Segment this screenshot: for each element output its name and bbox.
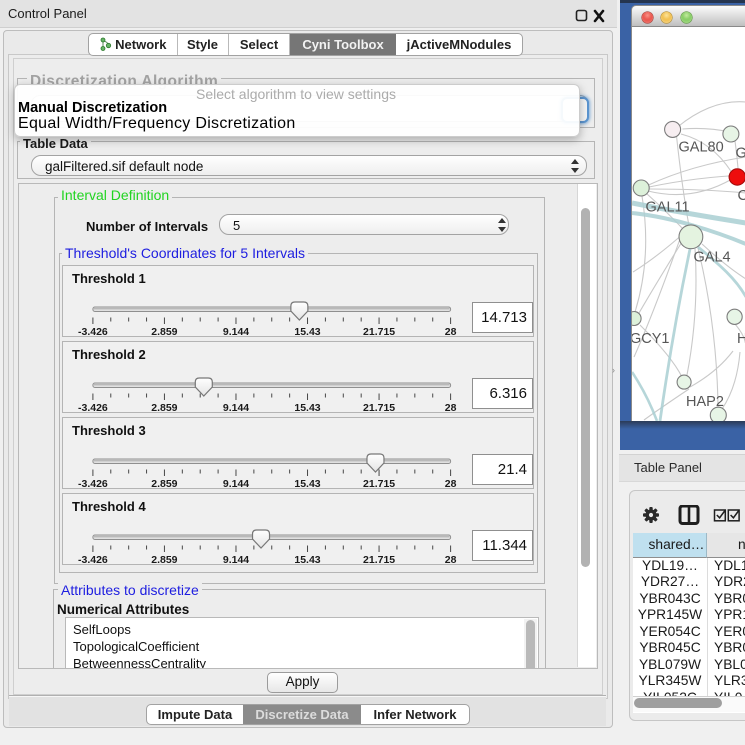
svg-text:GCY1: GCY1 [631, 331, 670, 347]
svg-text:HAP2: HAP2 [686, 394, 724, 410]
svg-text:21.715: 21.715 [363, 554, 395, 566]
svg-text:21.715: 21.715 [363, 478, 395, 490]
svg-text:-3.426: -3.426 [78, 402, 108, 414]
svg-text:-3.426: -3.426 [78, 554, 108, 566]
svg-text:9.144: 9.144 [223, 326, 249, 338]
svg-text:28: 28 [445, 478, 457, 490]
svg-text:2.859: 2.859 [151, 402, 177, 414]
svg-text:2.859: 2.859 [151, 478, 177, 490]
svg-text:-3.426: -3.426 [78, 326, 108, 338]
svg-text:9.144: 9.144 [223, 478, 249, 490]
svg-text:15.43: 15.43 [294, 402, 320, 414]
svg-text:9.144: 9.144 [223, 402, 249, 414]
svg-text:CA: CA [738, 188, 745, 204]
svg-text:2.859: 2.859 [151, 554, 177, 566]
svg-text:21.715: 21.715 [363, 402, 395, 414]
svg-text:GAL4: GAL4 [694, 250, 731, 266]
svg-text:28: 28 [445, 326, 457, 338]
svg-text:GAL80: GAL80 [679, 140, 724, 156]
svg-text:21.715: 21.715 [363, 326, 395, 338]
svg-text:28: 28 [445, 402, 457, 414]
svg-text:HA: HA [737, 331, 745, 347]
svg-text:28: 28 [445, 554, 457, 566]
svg-text:15.43: 15.43 [294, 478, 320, 490]
svg-text:15.43: 15.43 [294, 326, 320, 338]
svg-text:-3.426: -3.426 [78, 478, 108, 490]
svg-text:2.859: 2.859 [151, 326, 177, 338]
svg-text:GAL11: GAL11 [646, 200, 690, 216]
svg-text:GAL: GAL [736, 146, 745, 162]
svg-text:15.43: 15.43 [294, 554, 320, 566]
svg-text:9.144: 9.144 [223, 554, 249, 566]
